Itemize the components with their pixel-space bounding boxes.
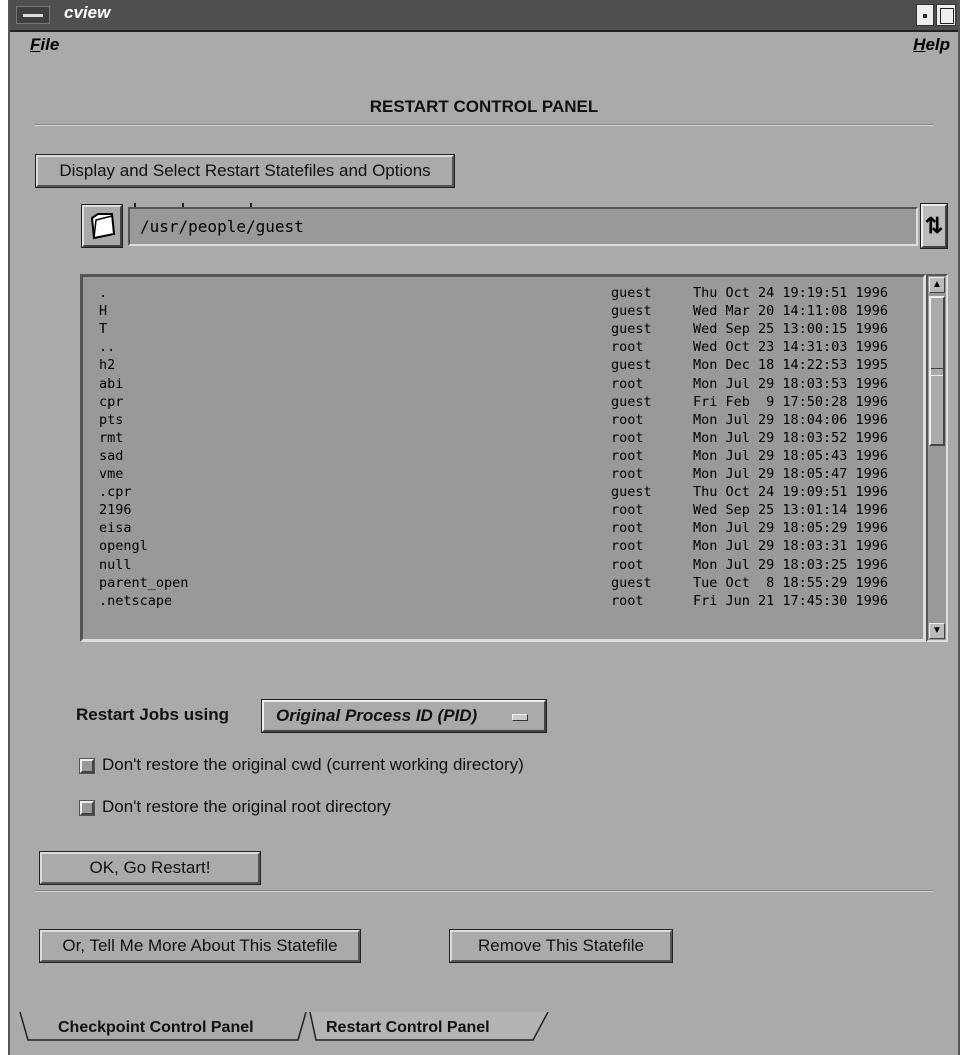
ok-restart-button[interactable]: OK, Go Restart! bbox=[39, 851, 261, 885]
folder-button[interactable] bbox=[81, 204, 123, 248]
restore-root-label: Don't restore the original root director… bbox=[102, 797, 391, 816]
file-date: Mon Jul 29 18:03:52 1996 bbox=[693, 429, 889, 446]
restore-root-checkbox[interactable] bbox=[79, 800, 95, 816]
restore-cwd-checkbox[interactable] bbox=[79, 758, 95, 774]
restart-option-value: Original Process ID (PID) bbox=[276, 706, 478, 725]
file-owner: guest bbox=[611, 484, 652, 501]
file-owner: guest bbox=[611, 285, 652, 301]
display-select-statefiles-button[interactable]: Display and Select Restart Statefiles an… bbox=[35, 154, 455, 188]
file-owner: guest bbox=[611, 393, 652, 410]
file-owner: root bbox=[611, 339, 644, 356]
divider bbox=[34, 124, 934, 126]
file-name: .cpr bbox=[99, 484, 132, 501]
file-name: abi bbox=[99, 375, 124, 392]
file-owner: guest bbox=[611, 357, 652, 374]
arrow-up-icon[interactable]: ▲ bbox=[929, 277, 945, 293]
file-owner: guest bbox=[611, 321, 652, 338]
file-date: Mon Dec 18 14:22:53 1995 bbox=[693, 357, 889, 374]
file-owner: root bbox=[611, 447, 644, 464]
tab-checkpoint[interactable]: Checkpoint Control Panel bbox=[58, 1019, 254, 1037]
menu-bar: File Help bbox=[10, 31, 958, 59]
tab-bar: Checkpoint Control Panel Restart Control… bbox=[10, 1012, 958, 1055]
file-date: Mon Jul 29 18:05:47 1996 bbox=[693, 466, 889, 482]
file-owner: root bbox=[611, 538, 644, 555]
file-owner: root bbox=[611, 429, 644, 446]
file-name: 2196 bbox=[99, 502, 132, 519]
file-date: Mon Jul 29 18:03:31 1996 bbox=[693, 538, 889, 555]
file-name: null bbox=[99, 556, 132, 573]
file-owner: root bbox=[611, 520, 644, 537]
file-name: .. bbox=[99, 339, 116, 356]
file-name: . bbox=[99, 285, 108, 301]
file-owner: root bbox=[611, 466, 644, 482]
file-date: Fri Feb 9 17:50:28 1996 bbox=[693, 393, 889, 410]
file-menu[interactable]: File bbox=[30, 35, 59, 55]
vertical-scrollbar[interactable]: ▲ ▼ bbox=[926, 274, 948, 642]
restart-jobs-label: Restart Jobs using bbox=[76, 705, 230, 724]
minimize-icon[interactable] bbox=[916, 4, 934, 26]
spin-arrows-icon[interactable]: ⇅ bbox=[920, 203, 948, 249]
help-menu[interactable]: Help bbox=[913, 35, 950, 55]
scrollbar-grip bbox=[931, 368, 943, 376]
file-date: Mon Jul 29 18:04:06 1996 bbox=[693, 411, 889, 428]
file-name: cpr bbox=[99, 393, 124, 410]
file-owner: guest bbox=[611, 303, 652, 320]
file-date: Wed Mar 20 14:11:08 1996 bbox=[693, 303, 889, 320]
remove-statefile-button[interactable]: Remove This Statefile bbox=[449, 929, 673, 963]
file-name: opengl bbox=[99, 538, 148, 555]
tab-restart[interactable]: Restart Control Panel bbox=[326, 1019, 490, 1037]
file-owner: root bbox=[611, 411, 644, 428]
file-name: h2 bbox=[99, 357, 116, 374]
file-name: eisa bbox=[99, 520, 132, 537]
file-owner: root bbox=[611, 592, 644, 609]
arrow-down-icon[interactable]: ▼ bbox=[929, 623, 945, 639]
divider bbox=[34, 890, 934, 892]
folder-icon bbox=[90, 213, 116, 240]
option-menu-indicator-icon bbox=[512, 714, 528, 721]
file-name: T bbox=[99, 321, 108, 338]
statefile-list[interactable]: . guest Thu Oct 24 19:19:51 1996 Hguest Wed … bbox=[80, 274, 926, 642]
file-name: parent_open bbox=[99, 574, 189, 591]
file-owner: root bbox=[611, 375, 644, 392]
file-name: sad bbox=[99, 447, 124, 464]
restart-pid-option-menu[interactable]: Original Process ID (PID) bbox=[261, 699, 547, 733]
tell-me-more-button[interactable]: Or, Tell Me More About This Statefile bbox=[39, 929, 361, 963]
file-date: Thu Oct 24 19:09:51 1996 bbox=[693, 484, 889, 501]
file-owner: root bbox=[611, 556, 644, 573]
cview-window: cview File Help RESTART CONTROL PANEL Di… bbox=[8, 0, 960, 1055]
window-menu-icon[interactable] bbox=[16, 6, 50, 24]
restore-cwd-label: Don't restore the original cwd (current … bbox=[102, 755, 524, 774]
file-date: Mon Jul 29 18:03:25 1996 bbox=[693, 556, 889, 573]
file-date: Thu Oct 24 19:19:51 1996 bbox=[693, 285, 889, 301]
file-owner: root bbox=[611, 502, 644, 519]
file-date: Wed Oct 23 14:31:03 1996 bbox=[693, 339, 889, 356]
file-name: .netscape bbox=[99, 592, 173, 609]
file-name: rmt bbox=[99, 429, 124, 446]
file-date: Fri Jun 21 17:45:30 1996 bbox=[693, 592, 889, 609]
file-name: vme bbox=[99, 466, 124, 482]
window-title: cview bbox=[64, 3, 111, 22]
file-date: Mon Jul 29 18:05:29 1996 bbox=[693, 520, 889, 537]
title-bar[interactable]: cview bbox=[10, 0, 958, 32]
file-date: Wed Sep 25 13:00:15 1996 bbox=[693, 321, 889, 338]
file-name: pts bbox=[99, 411, 124, 428]
scrollbar-thumb[interactable] bbox=[929, 296, 945, 446]
path-field[interactable]: /usr/people/guest bbox=[128, 207, 918, 246]
file-date: Mon Jul 29 18:05:43 1996 bbox=[693, 447, 889, 464]
maximize-icon[interactable] bbox=[936, 4, 956, 26]
page-title: RESTART CONTROL PANEL bbox=[369, 97, 599, 116]
file-date: Tue Oct 8 18:55:29 1996 bbox=[693, 574, 889, 591]
file-date: Mon Jul 29 18:03:53 1996 bbox=[693, 375, 889, 392]
file-date: Wed Sep 25 13:01:14 1996 bbox=[693, 502, 889, 519]
file-owner: guest bbox=[611, 574, 652, 591]
file-name: H bbox=[99, 303, 108, 320]
